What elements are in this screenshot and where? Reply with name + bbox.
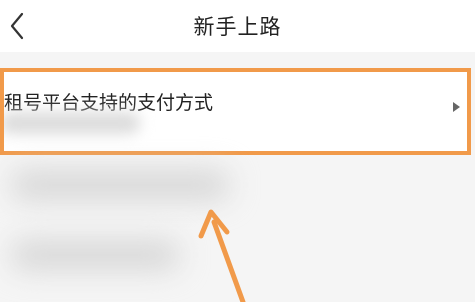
- list-item-label: 租号平台支持的支付方式: [4, 92, 214, 114]
- blurred-content: [10, 240, 180, 270]
- triangle-right-icon: [452, 98, 462, 112]
- blurred-content: [10, 170, 230, 200]
- list-item-payment-methods[interactable]: 租号平台支持的支付方式: [0, 68, 470, 155]
- blurred-subtitle: [0, 112, 140, 134]
- nav-header: 新手上路: [0, 0, 475, 52]
- page-title: 新手上路: [193, 15, 282, 39]
